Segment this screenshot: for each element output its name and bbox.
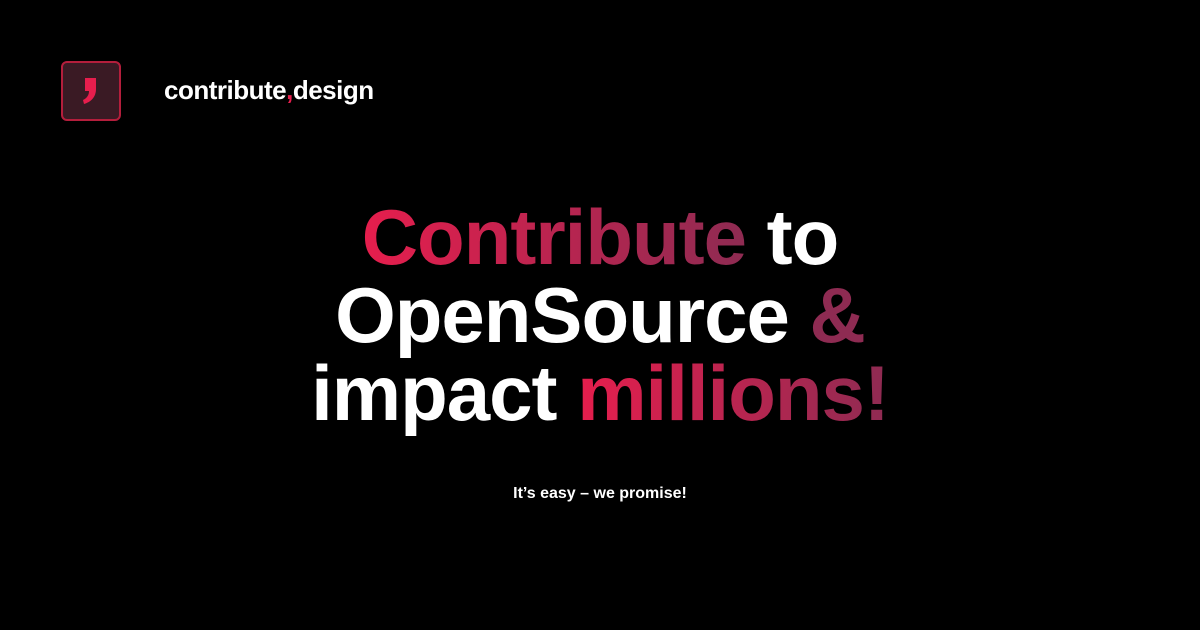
hero-headline: Contribute to OpenSource & impact millio…	[0, 198, 1200, 432]
brand-name-start: contribute	[164, 75, 287, 105]
headline-highlight-contribute: Contribute	[361, 193, 747, 281]
headline-highlight-millions: millions!	[577, 349, 890, 437]
tagline: It’s easy – we promise!	[513, 485, 687, 502]
headline-line-3: impact millions!	[0, 354, 1200, 432]
headline-line-2: OpenSource &	[0, 276, 1200, 354]
brand-wordmark: contribute,design	[164, 74, 374, 106]
comma-logo-icon	[83, 78, 96, 104]
headline-text-impact: impact	[311, 349, 578, 437]
headline-line-1: Contribute to	[0, 198, 1200, 276]
headline-text-to: to	[745, 193, 840, 281]
brand-name-comma: ,	[286, 75, 293, 105]
headline-text-opensource: OpenSource	[335, 271, 810, 359]
headline-ampersand: &	[809, 271, 866, 359]
brand-logo	[61, 61, 121, 121]
brand-name-end: design	[292, 75, 374, 105]
